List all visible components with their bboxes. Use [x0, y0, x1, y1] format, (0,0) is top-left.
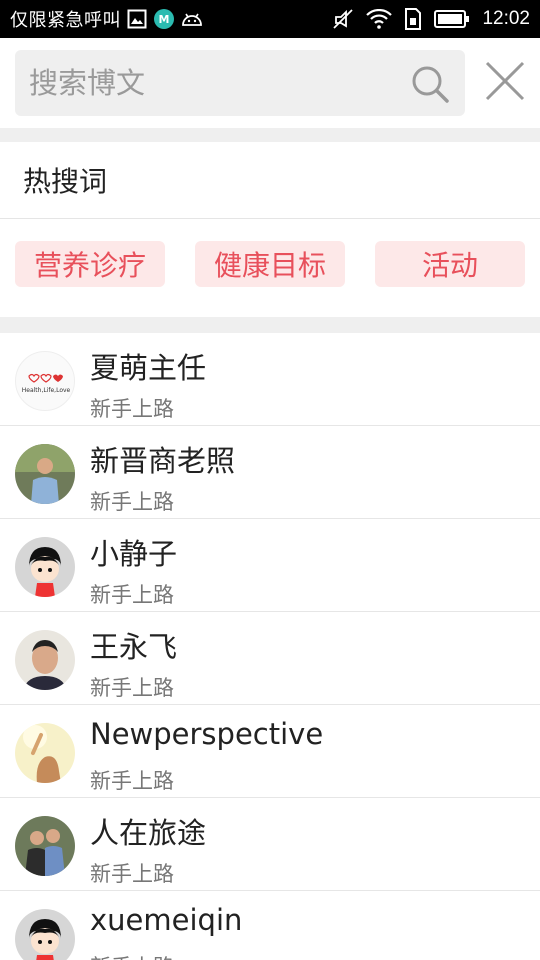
clock: 12:02	[482, 8, 530, 29]
close-button[interactable]	[482, 58, 528, 104]
search-header	[0, 38, 540, 128]
hot-tag[interactable]: 活动	[375, 241, 525, 287]
user-level: 新手上路	[90, 397, 174, 421]
user-row[interactable]: Health,Life,Love 夏萌主任 新手上路	[0, 333, 540, 426]
user-level: 新手上路	[90, 676, 174, 700]
user-row[interactable]: xuemeiqin 新手上路	[0, 891, 540, 960]
section-divider	[0, 128, 540, 142]
hot-tag[interactable]: 健康目标	[195, 241, 345, 287]
gallery-icon	[127, 9, 147, 29]
avatar-logo-text: Health,Life,Love	[22, 387, 71, 394]
photo-avatar[interactable]	[15, 444, 75, 504]
hot-tag[interactable]: 营养诊疗	[15, 241, 165, 287]
user-row[interactable]: Newperspective 新手上路	[0, 705, 540, 798]
user-level: 新手上路	[90, 769, 174, 793]
app-badge-icon: M	[153, 8, 175, 30]
photo-avatar[interactable]	[15, 816, 75, 876]
user-name: 夏萌主任	[90, 351, 207, 385]
user-level: 新手上路	[90, 490, 174, 514]
user-row[interactable]: 小静子 新手上路	[0, 519, 540, 612]
user-name: 王永飞	[90, 630, 178, 664]
photo-avatar[interactable]	[15, 723, 75, 783]
close-icon	[485, 61, 525, 101]
user-name: 小静子	[90, 537, 178, 571]
user-row[interactable]: 王永飞 新手上路	[0, 612, 540, 705]
user-level: 新手上路	[90, 583, 174, 607]
user-name: xuemeiqin	[90, 903, 243, 937]
user-level: 新手上路	[90, 951, 174, 960]
search-input[interactable]	[29, 50, 399, 116]
user-row[interactable]: 新晋商老照 新手上路	[0, 426, 540, 519]
search-box[interactable]	[15, 50, 465, 116]
user-row[interactable]: 人在旅途 新手上路	[0, 798, 540, 891]
user-name: 新晋商老照	[90, 444, 236, 478]
hot-words-title: 热搜词	[23, 165, 108, 198]
carrier-text: 仅限紧急呼叫	[10, 10, 121, 31]
logo-avatar[interactable]: Health,Life,Love	[15, 351, 75, 411]
user-name: 人在旅途	[90, 816, 207, 850]
sim-icon	[404, 8, 422, 30]
section-divider	[0, 317, 540, 333]
wifi-icon	[366, 9, 393, 29]
search-icon[interactable]	[409, 63, 451, 105]
battery-icon	[434, 9, 470, 29]
cartoon-girl-avatar[interactable]	[15, 909, 75, 960]
cartoon-girl-avatar[interactable]	[15, 537, 75, 597]
divider	[0, 218, 540, 219]
user-list: Health,Life,Love 夏萌主任 新手上路 新晋商老照 新手上路 小静…	[0, 333, 540, 960]
android-icon	[181, 11, 203, 27]
mute-icon	[332, 8, 354, 30]
user-level: 新手上路	[90, 862, 174, 886]
photo-avatar[interactable]	[15, 630, 75, 690]
status-bar: 仅限紧急呼叫 M 12:02	[0, 0, 540, 38]
user-name: Newperspective	[90, 717, 324, 751]
app-badge-letter: M	[159, 13, 170, 26]
